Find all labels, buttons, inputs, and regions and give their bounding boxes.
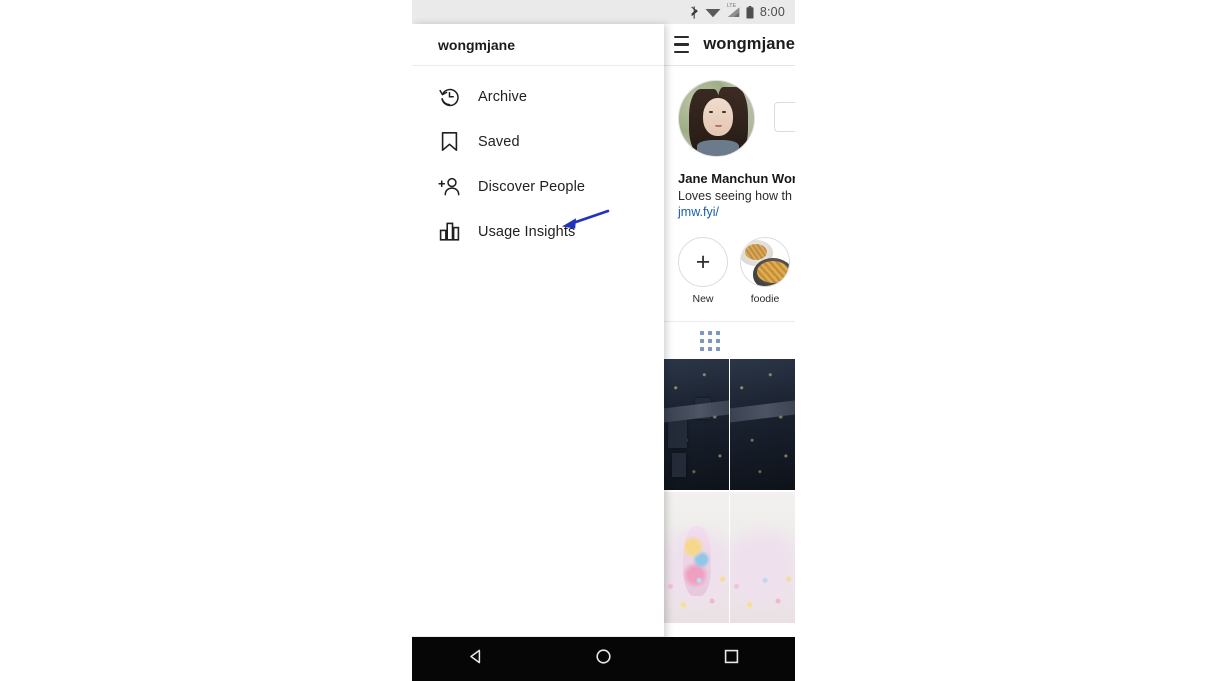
archive-clock-icon <box>438 86 460 108</box>
drawer-username: wongmjane <box>438 37 515 53</box>
bar-chart-icon <box>438 221 460 243</box>
drawer-item-label: Saved <box>478 134 520 150</box>
wifi-icon <box>705 6 721 18</box>
profile-title: wongmjane <box>703 35 795 54</box>
android-nav-bar <box>412 637 795 681</box>
drawer-items: Archive Saved <box>412 66 664 636</box>
profile-full-name: Jane Manchun Won <box>678 171 795 186</box>
food-thumbnail <box>741 238 789 286</box>
status-bar: LTE 8:00 <box>412 0 795 24</box>
bluetooth-icon <box>690 6 699 19</box>
battery-icon <box>746 6 754 19</box>
profile-website-link[interactable]: jmw.fyi/ <box>678 205 795 219</box>
drawer-item-saved[interactable]: Saved <box>412 119 664 164</box>
back-triangle-icon[interactable] <box>467 648 484 670</box>
bookmark-icon <box>438 131 460 153</box>
avatar[interactable] <box>678 80 755 157</box>
drawer-item-discover-people[interactable]: Discover People <box>412 164 664 209</box>
drawer-header: wongmjane <box>412 24 664 66</box>
screenshot-root: LTE 8:00 wongmjane <box>0 0 1211 681</box>
post-thumbnail[interactable] <box>730 359 795 490</box>
edit-profile-button[interactable] <box>774 102 795 132</box>
lte-label: LTE <box>727 3 736 9</box>
drawer-item-archive[interactable]: Archive <box>412 74 664 119</box>
post-thumbnail[interactable] <box>730 492 795 623</box>
plus-icon: + <box>678 237 728 287</box>
lte-signal-icon: LTE <box>727 6 740 18</box>
phone-screen: LTE 8:00 wongmjane <box>412 0 795 681</box>
navigation-drawer: wongmjane Archive <box>412 24 664 681</box>
profile-bio: Loves seeing how th <box>678 189 795 203</box>
post-thumbnail[interactable] <box>664 359 729 490</box>
drawer-item-label: Discover People <box>478 179 585 195</box>
story-highlights: + New foodie <box>664 219 795 305</box>
highlight-label: foodie <box>740 293 790 305</box>
status-clock: 8:00 <box>760 5 785 19</box>
drawer-item-label: Archive <box>478 89 527 105</box>
hamburger-icon[interactable] <box>674 36 689 53</box>
highlight-label: New <box>678 293 728 305</box>
annotation-arrow <box>556 203 616 241</box>
highlight-foodie[interactable]: foodie <box>740 237 790 305</box>
profile-screen: wongmjane Jane Manchun Won Loves seeing … <box>664 24 795 681</box>
grid-icon[interactable] <box>700 331 720 351</box>
highlight-new[interactable]: + New <box>678 237 728 305</box>
post-thumbnail[interactable] <box>664 492 729 623</box>
home-circle-icon[interactable] <box>595 648 612 670</box>
recents-square-icon[interactable] <box>723 648 740 670</box>
profile-header <box>664 66 795 157</box>
photo-grid <box>664 359 795 623</box>
drawer-item-usage-insights[interactable]: Usage Insights <box>412 209 664 254</box>
profile-topbar: wongmjane <box>664 24 795 66</box>
profile-tabbar <box>664 321 795 359</box>
person-add-icon <box>438 176 460 198</box>
